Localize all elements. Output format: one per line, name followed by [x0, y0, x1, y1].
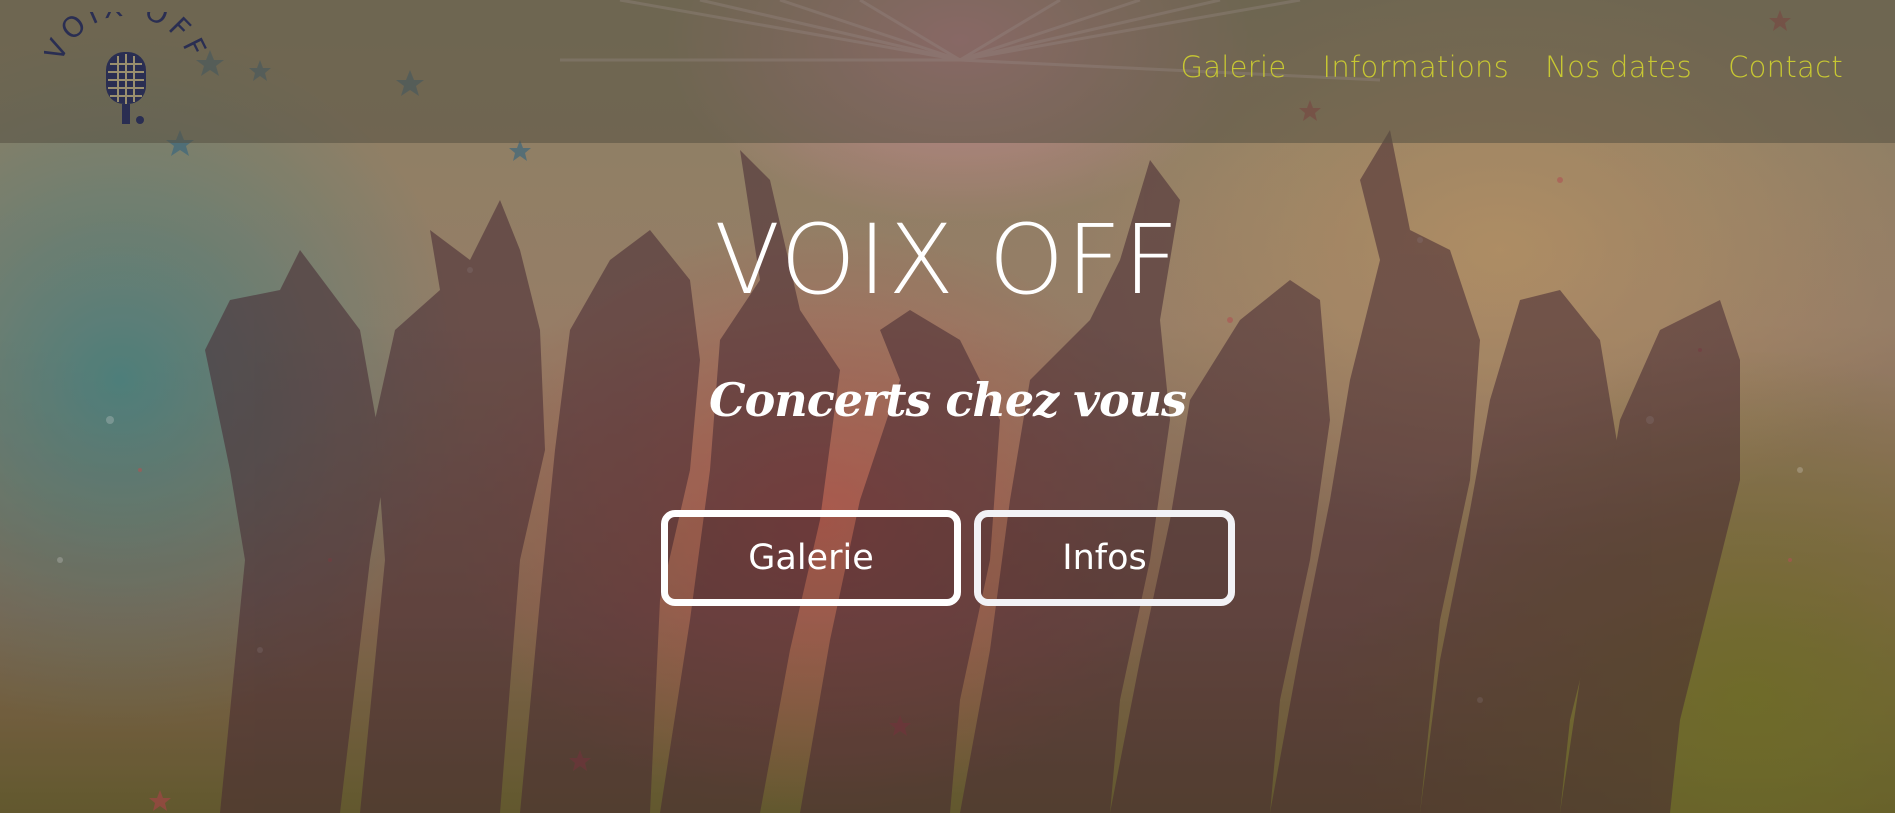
infos-button[interactable]: Infos: [974, 510, 1235, 606]
hero-section: VOIX OFF G: [0, 0, 1895, 813]
hero-title: VOIX OFF: [714, 204, 1181, 316]
galerie-button[interactable]: Galerie: [661, 510, 961, 606]
top-navbar: VOIX OFF G: [0, 0, 1895, 143]
nav-link-informations[interactable]: Informations: [1323, 50, 1510, 84]
nav-link-contact[interactable]: Contact: [1728, 50, 1843, 84]
microphone-icon: VOIX OFF: [37, 0, 210, 124]
nav-link-galerie[interactable]: Galerie: [1180, 50, 1286, 84]
hero-subtitle: Concerts chez vous: [708, 373, 1187, 427]
main-nav: Galerie Informations Nos dates Contact: [1180, 50, 1843, 84]
nav-link-nos-dates[interactable]: Nos dates: [1545, 50, 1692, 84]
logo[interactable]: VOIX OFF: [37, 0, 214, 142]
